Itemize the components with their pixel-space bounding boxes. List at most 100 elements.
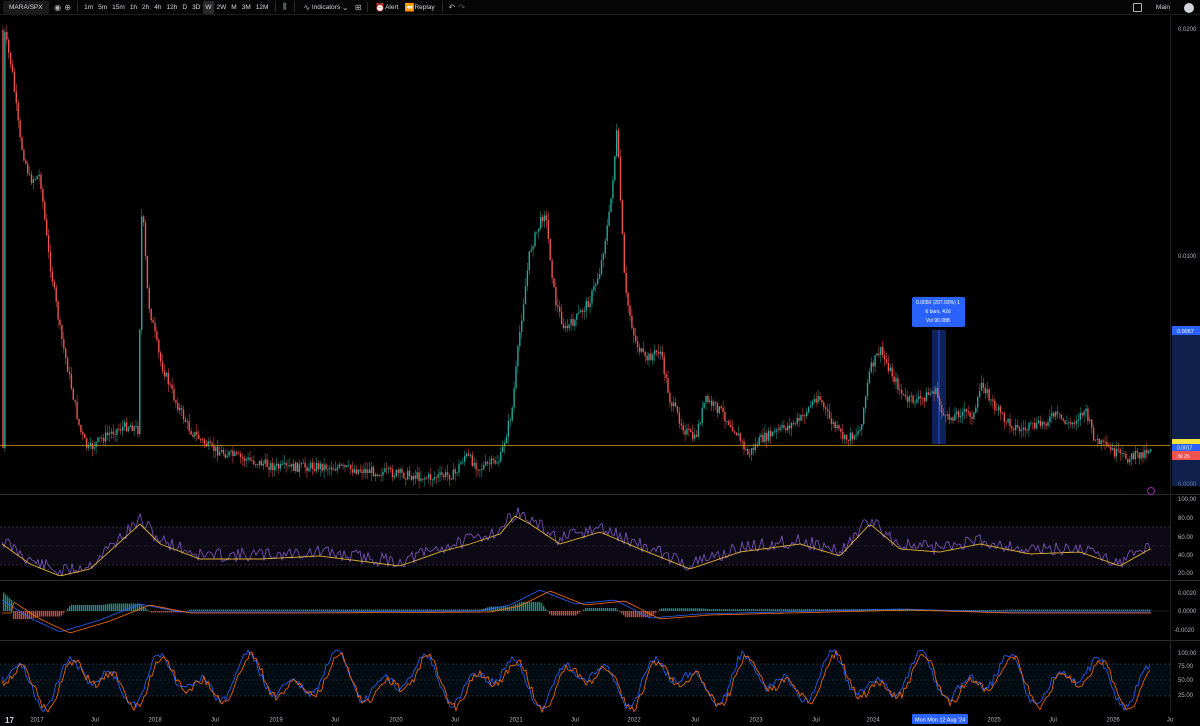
templates-icon[interactable]: ⊞ bbox=[353, 2, 363, 12]
candle-body bbox=[479, 469, 481, 471]
candle-body bbox=[188, 421, 190, 431]
candle-type-icon[interactable]: ⫼ bbox=[280, 2, 290, 12]
candle-body bbox=[1115, 448, 1118, 457]
macd-histogram-bar bbox=[585, 608, 587, 611]
timeframe-2w[interactable]: 2W bbox=[214, 1, 229, 14]
candle-body bbox=[1102, 440, 1104, 442]
timeframe-group: 1m 5m 15m 1h 2h 4h 12h D 3D W 2W M 3M 12M bbox=[82, 0, 271, 14]
candle-body bbox=[878, 353, 880, 355]
macd-histogram-bar bbox=[59, 611, 61, 617]
macd-histogram-bar bbox=[439, 609, 441, 611]
candle-body bbox=[44, 202, 46, 220]
candle-body bbox=[253, 460, 255, 465]
timeframe-1h[interactable]: 1h bbox=[127, 1, 139, 14]
candle-body bbox=[84, 434, 86, 439]
candlestick-series[interactable] bbox=[2, 24, 1152, 489]
candle-body bbox=[690, 429, 692, 432]
candle-body bbox=[306, 467, 308, 472]
macd-histogram-bar bbox=[761, 609, 763, 611]
macd-histogram-bar bbox=[1129, 609, 1131, 611]
timeframe-d[interactable]: D bbox=[180, 1, 190, 14]
candle-body bbox=[1066, 423, 1068, 424]
candle-body bbox=[260, 460, 263, 466]
macd-histogram[interactable] bbox=[3, 592, 1151, 620]
timeframe-1m[interactable]: 1m bbox=[82, 1, 96, 14]
candle-body bbox=[367, 469, 369, 474]
macd-histogram-bar bbox=[781, 609, 783, 611]
candle-body bbox=[906, 396, 909, 402]
macd-histogram-bar bbox=[161, 611, 163, 613]
layout-name-button[interactable]: Main bbox=[1156, 4, 1170, 11]
timeframe-3d[interactable]: 3D bbox=[190, 1, 203, 14]
time-axis-label: 2017 bbox=[30, 718, 44, 724]
candle-body bbox=[51, 271, 54, 282]
candle-body bbox=[502, 446, 504, 452]
candle-body bbox=[498, 461, 500, 463]
macd-histogram-bar bbox=[53, 611, 55, 617]
timeframe-2h[interactable]: 2h bbox=[140, 1, 152, 14]
macd-histogram-bar bbox=[239, 609, 241, 611]
macd-histogram-bar bbox=[113, 603, 115, 611]
candle-body bbox=[38, 174, 40, 176]
candle-body bbox=[103, 438, 105, 442]
candle-body bbox=[395, 469, 397, 477]
timeframe-12h[interactable]: 12h bbox=[164, 1, 180, 14]
candle-body bbox=[570, 319, 572, 325]
timeframe-4h[interactable]: 4h bbox=[152, 1, 164, 14]
macd-histogram-bar bbox=[195, 609, 197, 611]
chevron-down-icon: ⌄ bbox=[341, 2, 349, 12]
candle-body bbox=[511, 407, 513, 421]
candle-body bbox=[927, 392, 929, 395]
rsi-tick: 40.00 bbox=[1178, 553, 1194, 559]
timezone-icon[interactable] bbox=[1147, 487, 1155, 495]
candle-body bbox=[1079, 412, 1081, 420]
add-symbol-icon[interactable]: ⊕ bbox=[63, 2, 73, 12]
candle-body bbox=[308, 468, 310, 472]
candle-body bbox=[608, 211, 610, 226]
avatar[interactable] bbox=[1184, 2, 1194, 13]
macd-histogram-bar bbox=[549, 611, 551, 615]
fullscreen-icon[interactable] bbox=[1132, 3, 1142, 12]
redo-icon[interactable]: ↷ bbox=[457, 2, 467, 12]
chart-canvas[interactable]: 0.0050 (297.03%) 1 6 bars, 42d Vol 90.08… bbox=[0, 16, 1200, 726]
candle-body bbox=[87, 445, 90, 448]
macd-histogram-bar bbox=[231, 609, 233, 611]
symbol-search-button[interactable]: MARA/SPX bbox=[3, 0, 49, 14]
macd-histogram-bar bbox=[167, 611, 169, 613]
undo-icon[interactable]: ↶ bbox=[447, 2, 457, 12]
candle-body bbox=[342, 464, 344, 466]
macd-histogram-bar bbox=[673, 608, 675, 611]
timeframe-3m[interactable]: 3M bbox=[239, 1, 253, 14]
macd-histogram-bar bbox=[1061, 609, 1063, 611]
timeframe-m[interactable]: M bbox=[229, 1, 239, 14]
macd-histogram-bar bbox=[651, 611, 653, 617]
replay-button[interactable]: ⏪ Replay bbox=[401, 1, 437, 14]
candle-body bbox=[866, 382, 869, 397]
macd-histogram-bar bbox=[115, 603, 117, 611]
candle-body bbox=[864, 396, 867, 409]
time-axis[interactable]: 2017 Jul 2018 Jul 2019 Jul 2020 Jul 2021 Jul 2022 J… bbox=[30, 718, 1173, 724]
macd-histogram-bar bbox=[675, 608, 677, 611]
candle-body bbox=[545, 215, 548, 221]
eye-icon[interactable]: ◉ bbox=[53, 2, 63, 12]
macd-histogram-bar bbox=[679, 608, 681, 611]
candle-body bbox=[880, 347, 882, 355]
candle-body bbox=[762, 434, 764, 443]
timeframe-5m[interactable]: 5m bbox=[96, 1, 110, 14]
macd-histogram-bar bbox=[367, 609, 369, 611]
tradingview-logo-icon[interactable]: 17 bbox=[5, 716, 14, 725]
candle-body bbox=[621, 200, 624, 235]
macd-histogram-bar bbox=[623, 611, 625, 616]
indicators-button[interactable]: ∿ Indicators ⌄ bbox=[299, 1, 353, 14]
candle-body bbox=[629, 305, 631, 316]
candle-body bbox=[794, 423, 796, 425]
macd-histogram-bar bbox=[281, 609, 283, 611]
macd-histogram-bar bbox=[1145, 609, 1147, 611]
timeframe-15m[interactable]: 15m bbox=[110, 1, 128, 14]
macd-histogram-bar bbox=[289, 609, 291, 611]
timeframe-w[interactable]: W bbox=[202, 0, 215, 14]
candle-body bbox=[1049, 416, 1051, 422]
alert-button[interactable]: ⏰ Alert bbox=[372, 1, 401, 14]
timeframe-12m[interactable]: 12M bbox=[253, 1, 271, 14]
macd-histogram-bar bbox=[61, 611, 63, 616]
